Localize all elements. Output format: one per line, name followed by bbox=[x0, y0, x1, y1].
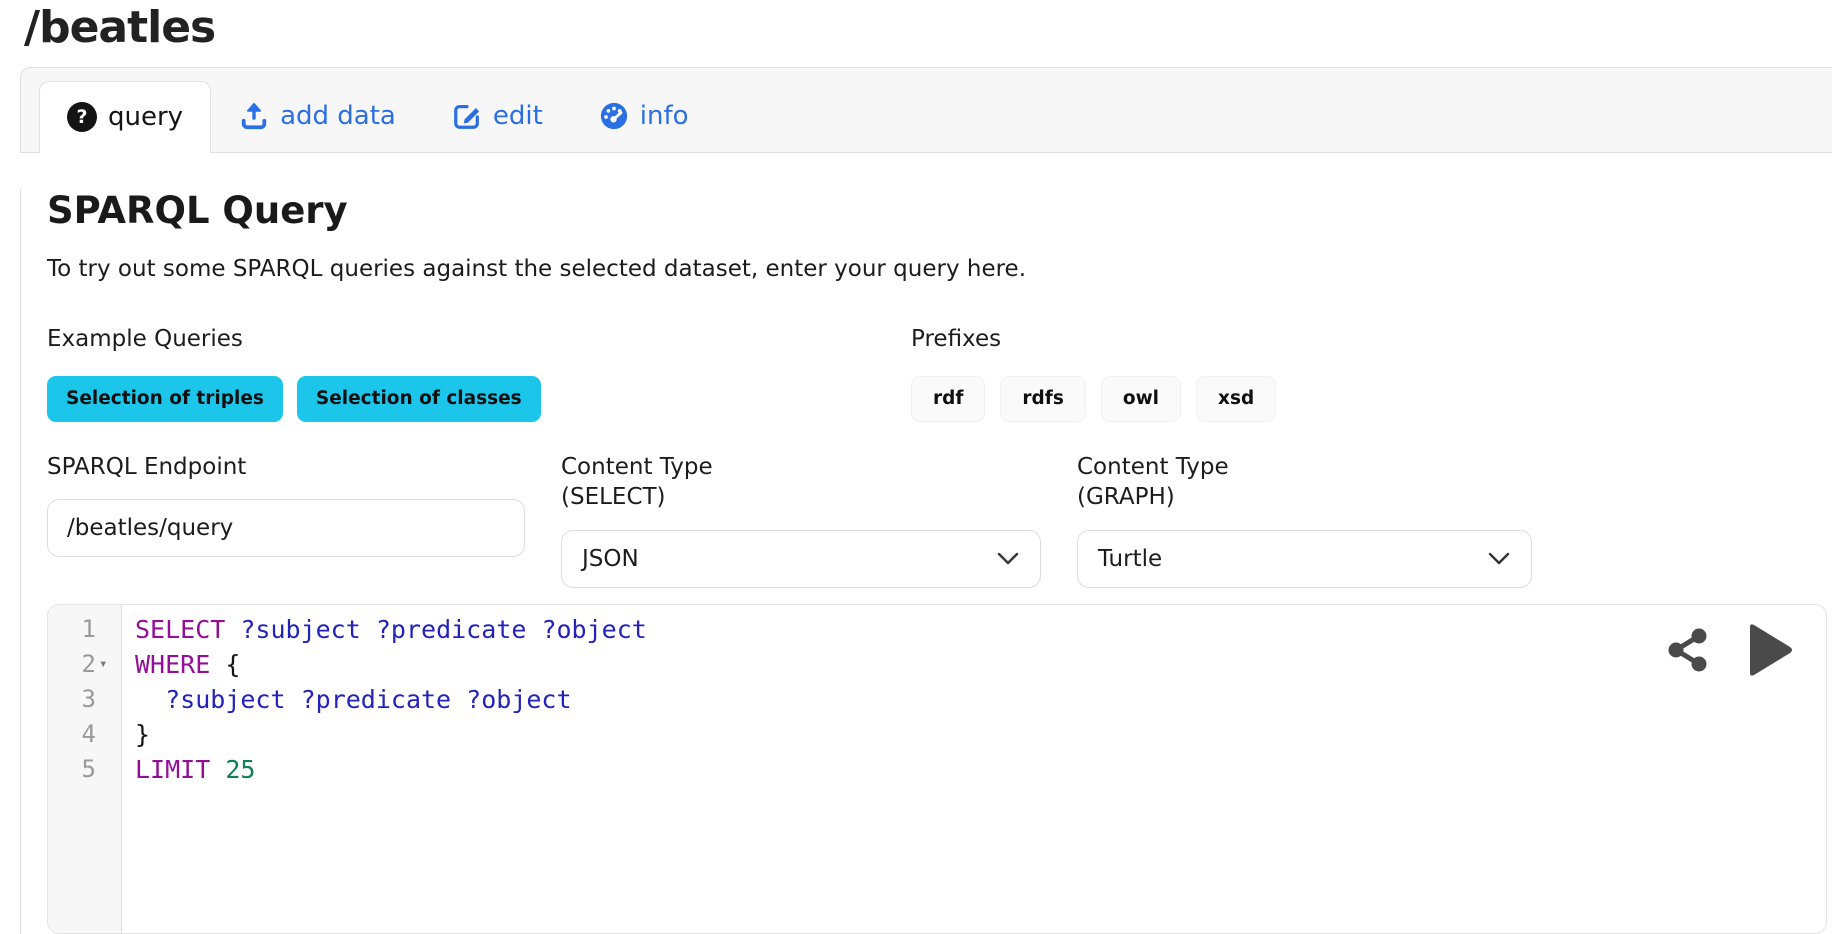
tab-bar: ? query add data edit bbox=[20, 67, 1832, 153]
pencil-square-icon bbox=[452, 101, 482, 131]
tachometer-icon bbox=[599, 101, 629, 131]
tab-edit[interactable]: edit bbox=[424, 80, 571, 152]
line-number: 4 bbox=[48, 717, 121, 752]
tab-add-data[interactable]: add data bbox=[211, 80, 424, 152]
sparql-endpoint-input[interactable] bbox=[47, 499, 525, 557]
content-type-select-dropdown[interactable]: JSON bbox=[561, 530, 1041, 588]
tab-edit-label: edit bbox=[493, 101, 543, 131]
selection-of-classes-button[interactable]: Selection of classes bbox=[297, 376, 541, 422]
page-title: /beatles bbox=[24, 2, 1832, 55]
upload-icon bbox=[239, 101, 269, 131]
prefix-buttons: rdf rdfs owl xsd bbox=[911, 376, 1276, 422]
query-tab-content: SPARQL Query To try out some SPARQL quer… bbox=[20, 189, 1832, 934]
content-type-select-label: Content Type (SELECT) bbox=[561, 452, 1041, 513]
prefix-owl-button[interactable]: owl bbox=[1101, 376, 1181, 422]
endpoint-contenttype-row: SPARQL Endpoint Content Type (SELECT) JS… bbox=[47, 452, 1832, 588]
tab-info-label: info bbox=[640, 101, 689, 131]
code-lines: SELECT ?subject ?predicate ?objectWHERE … bbox=[122, 605, 647, 933]
line-number: 1 bbox=[48, 612, 121, 647]
tab-query[interactable]: ? query bbox=[39, 81, 211, 153]
chevron-down-icon bbox=[996, 546, 1020, 572]
query-editor-container: 12▾345 SELECT ?subject ?predicate ?objec… bbox=[47, 604, 1827, 934]
example-query-buttons: Selection of triples Selection of classe… bbox=[47, 376, 911, 422]
query-description: To try out some SPARQL queries against t… bbox=[47, 256, 1832, 282]
sparql-endpoint-label: SPARQL Endpoint bbox=[47, 452, 525, 482]
line-number: 3 bbox=[48, 682, 121, 717]
example-queries-heading: Example Queries bbox=[47, 326, 911, 352]
prefix-xsd-button[interactable]: xsd bbox=[1196, 376, 1276, 422]
content-type-graph-value: Turtle bbox=[1098, 546, 1162, 572]
sparql-query-heading: SPARQL Query bbox=[47, 189, 1832, 232]
line-number: 2▾ bbox=[48, 647, 121, 682]
content-type-graph-field-group: Content Type (GRAPH) Turtle bbox=[1077, 452, 1532, 588]
content-type-select-value: JSON bbox=[582, 546, 639, 572]
tab-info[interactable]: info bbox=[571, 80, 717, 152]
dataset-panel: ? query add data edit bbox=[20, 67, 1832, 934]
code-line: } bbox=[135, 717, 647, 752]
prefix-rdf-button[interactable]: rdf bbox=[911, 376, 985, 422]
question-circle-icon: ? bbox=[67, 102, 97, 132]
examples-prefixes-row: Example Queries Selection of triples Sel… bbox=[47, 326, 1832, 422]
code-line: LIMIT 25 bbox=[135, 752, 647, 787]
fold-arrow-icon[interactable]: ▾ bbox=[99, 647, 113, 682]
prefixes-section: Prefixes rdf rdfs owl xsd bbox=[911, 326, 1276, 422]
code-line: ?subject ?predicate ?object bbox=[135, 682, 647, 717]
content-type-graph-label: Content Type (GRAPH) bbox=[1077, 452, 1532, 513]
sparql-endpoint-field-group: SPARQL Endpoint bbox=[47, 452, 525, 588]
code-line: SELECT ?subject ?predicate ?object bbox=[135, 612, 647, 647]
run-query-button[interactable] bbox=[1738, 619, 1800, 681]
code-line: WHERE { bbox=[135, 647, 647, 682]
selection-of-triples-button[interactable]: Selection of triples bbox=[47, 376, 283, 422]
tab-add-data-label: add data bbox=[280, 101, 396, 131]
sparql-code-editor[interactable]: 12▾345 SELECT ?subject ?predicate ?objec… bbox=[48, 605, 1826, 933]
content-type-select-field-group: Content Type (SELECT) JSON bbox=[561, 452, 1041, 588]
content-type-graph-dropdown[interactable]: Turtle bbox=[1077, 530, 1532, 588]
line-number: 5 bbox=[48, 752, 121, 787]
editor-action-buttons bbox=[1666, 619, 1800, 681]
chevron-down-icon bbox=[1487, 546, 1511, 572]
prefix-rdfs-button[interactable]: rdfs bbox=[1000, 376, 1085, 422]
example-queries-section: Example Queries Selection of triples Sel… bbox=[47, 326, 911, 422]
share-query-button[interactable] bbox=[1666, 625, 1710, 675]
prefixes-heading: Prefixes bbox=[911, 326, 1276, 352]
tab-query-label: query bbox=[108, 102, 183, 132]
editor-line-numbers: 12▾345 bbox=[48, 605, 122, 933]
